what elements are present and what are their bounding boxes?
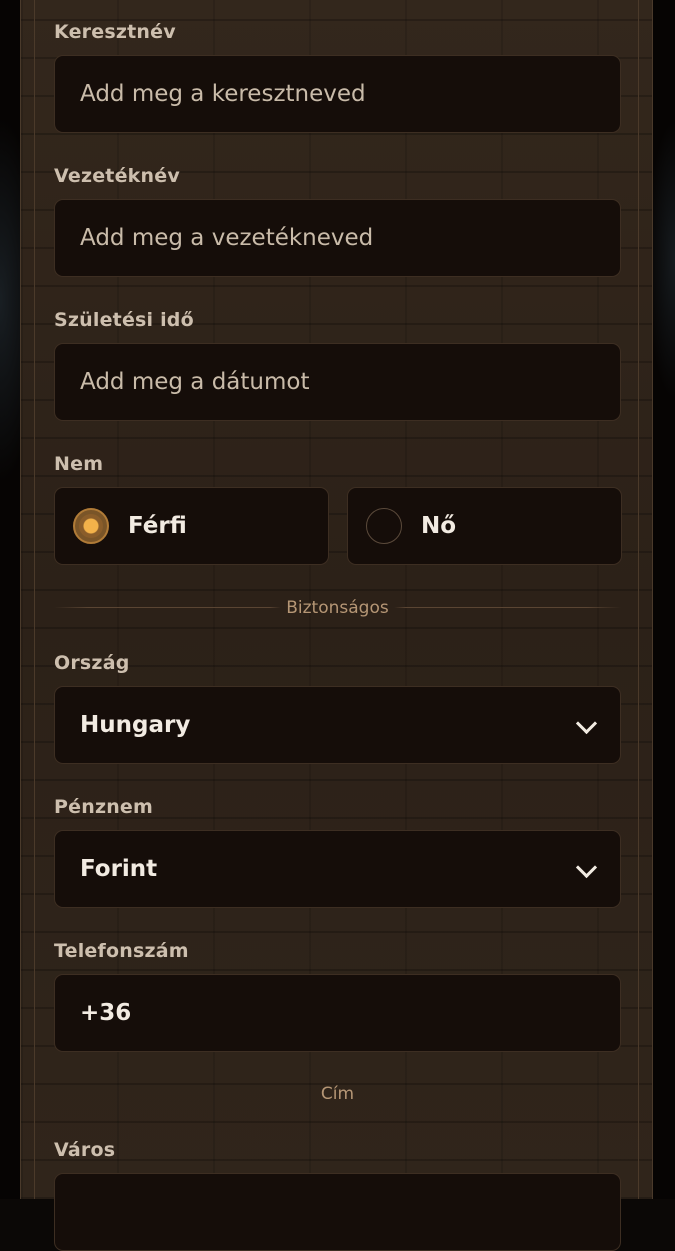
radio-selected-icon [73,508,109,544]
birth-date-input[interactable]: Add meg a dátumot [54,343,621,421]
country-label: Ország [54,652,130,674]
address-divider-text: Cím [320,1084,355,1104]
gender-option-female[interactable]: Nő [347,487,622,565]
city-label: Város [54,1139,116,1161]
birth-date-label: Születési idő [54,309,194,331]
gender-label: Nem [54,453,104,475]
phone-input[interactable]: +36 [54,974,621,1052]
country-select[interactable]: Hungary [54,686,621,764]
phone-input-value: +36 [80,1000,132,1026]
first-name-placeholder: Add meg a keresztneved [80,81,366,107]
phone-label: Telefonszám [54,940,189,962]
currency-label: Pénznem [54,796,154,818]
last-name-placeholder: Add meg a vezetékneved [80,225,374,251]
gender-option-male-label: Férfi [128,513,187,539]
security-divider-text: Biztonságos [286,598,389,618]
panel-border-left [34,0,35,1199]
first-name-label: Keresztnév [54,21,176,43]
gender-option-male[interactable]: Férfi [54,487,329,565]
city-input[interactable] [54,1173,621,1251]
currency-select-value: Forint [80,856,158,882]
country-select-value: Hungary [80,712,191,738]
panel-border-right [638,0,639,1199]
currency-select[interactable]: Forint [54,830,621,908]
radio-unselected-icon [366,508,402,544]
birth-date-placeholder: Add meg a dátumot [80,369,310,395]
first-name-input[interactable]: Add meg a keresztneved [54,55,621,133]
last-name-label: Vezetéknév [54,165,180,187]
chevron-down-icon [575,856,598,879]
chevron-down-icon [575,712,598,735]
gender-option-female-label: Nő [421,513,457,539]
last-name-input[interactable]: Add meg a vezetékneved [54,199,621,277]
